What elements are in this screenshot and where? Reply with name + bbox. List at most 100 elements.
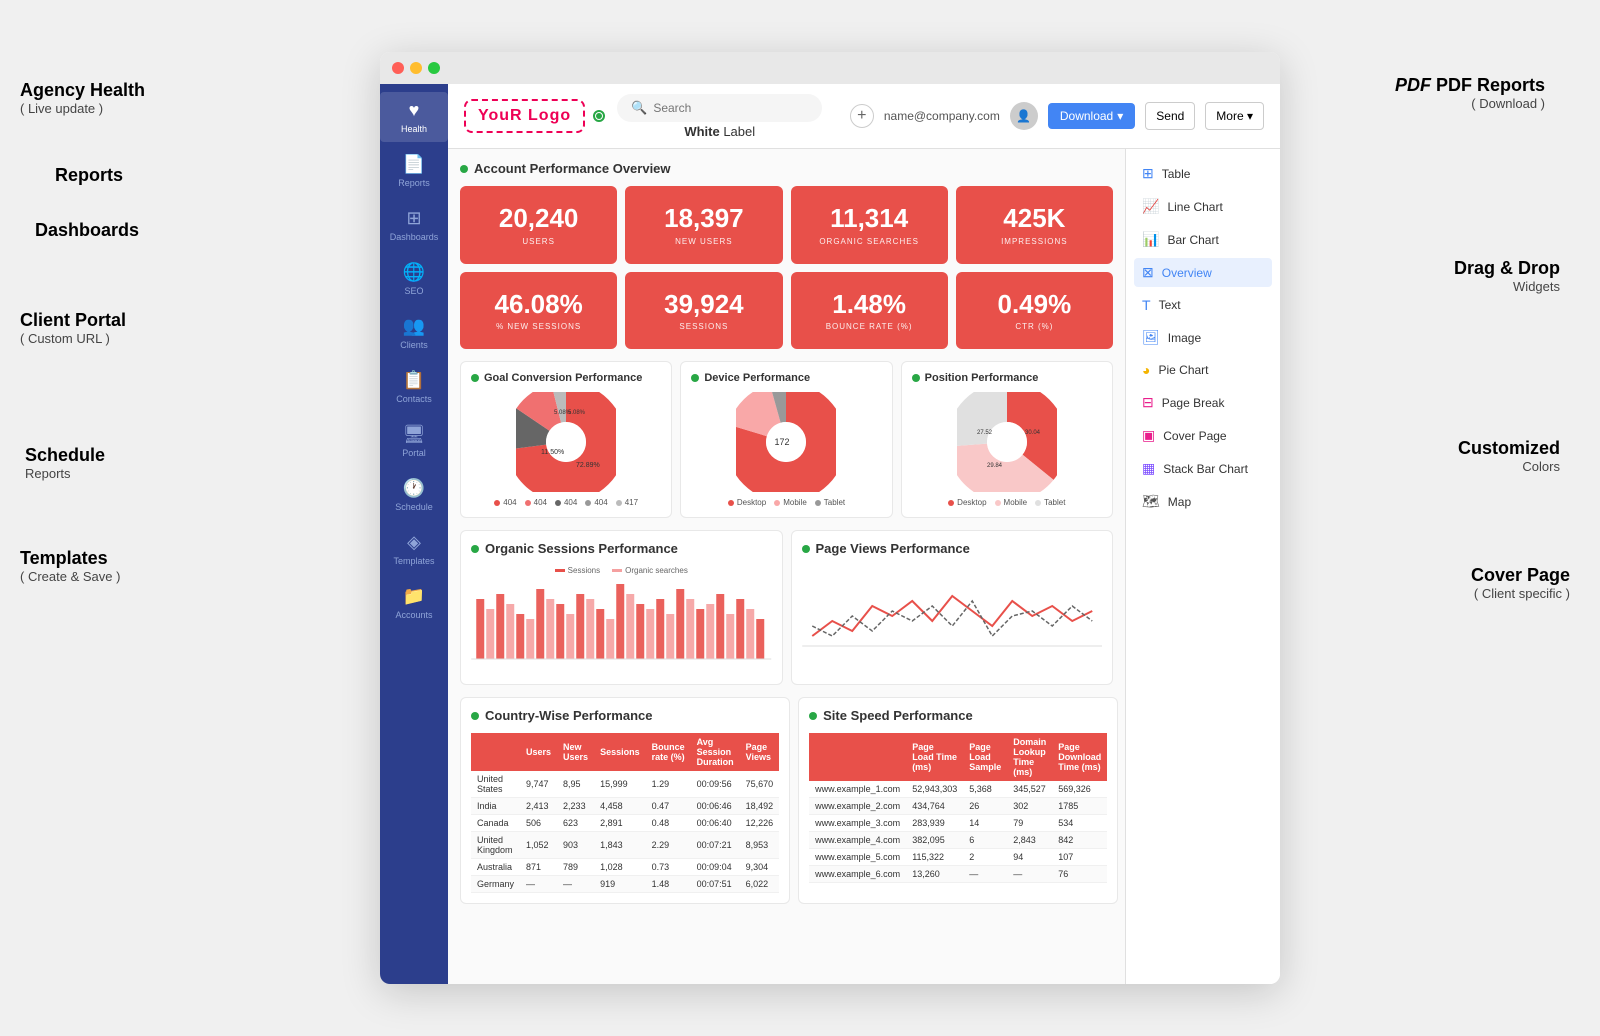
legend-mobile: Mobile <box>774 498 807 507</box>
sidebar-item-portal[interactable]: 🖥 Portal <box>380 416 448 466</box>
goal-pie-chart: 72.89% 11.50% 5.08% 5.08% <box>516 392 616 492</box>
white-label-area: 🔍 White Label <box>617 94 822 139</box>
annotation-reports: Reports <box>55 165 123 186</box>
widget-line-chart[interactable]: 📈 Line Chart <box>1134 192 1272 221</box>
widget-text[interactable]: T Text <box>1134 291 1272 319</box>
sidebar-item-health[interactable]: ♥ Health <box>380 92 448 142</box>
widget-map[interactable]: 🗺 Map <box>1134 487 1272 516</box>
report-content: Account Performance Overview 20,240 USER… <box>448 149 1125 984</box>
minimize-button-icon[interactable] <box>410 62 422 74</box>
search-input[interactable] <box>653 101 808 115</box>
speed-row: www.example_2.com434,764263021785 <box>809 798 1107 815</box>
accounts-icon: 📁 <box>403 586 425 607</box>
page-views-card: Page Views Performance <box>791 530 1114 685</box>
sidebar-item-reports[interactable]: 📄 Reports <box>380 146 448 196</box>
app-layout: ♥ Health 📄 Reports ⊞ Dashboards 🌐 SEO 👥 <box>380 84 1280 984</box>
legend-desktop: Desktop <box>728 498 766 507</box>
widget-table[interactable]: ⊞ Table <box>1134 159 1272 188</box>
legend-item: 417 <box>616 498 638 507</box>
line-chart-widget-icon: 📈 <box>1142 198 1159 215</box>
download-button[interactable]: Download ▾ <box>1048 103 1135 129</box>
widget-bar-chart[interactable]: 📊 Bar Chart <box>1134 225 1272 254</box>
sidebar-label-schedule: Schedule <box>395 502 433 512</box>
text-widget-icon: T <box>1142 297 1151 313</box>
green-dot-organic <box>471 545 479 553</box>
browser-window: ♥ Health 📄 Reports ⊞ Dashboards 🌐 SEO 👥 <box>380 52 1280 984</box>
stat-label-bounce: BOUNCE RATE (%) <box>803 322 936 331</box>
reports-icon: 📄 <box>403 154 425 175</box>
health-icon: ♥ <box>409 100 420 121</box>
table-row: United States9,7478,9515,9991.2900:09:56… <box>471 771 779 798</box>
widget-label-image: Image <box>1168 331 1201 345</box>
stats-grid: 20,240 USERS 18,397 NEW USERS 11,314 ORG… <box>460 186 1113 349</box>
annotation-cover-page: Cover Page ( Client specific ) <box>1471 565 1570 601</box>
stat-label-impressions: IMPRESSIONS <box>968 237 1101 246</box>
widget-label-stackbar: Stack Bar Chart <box>1163 462 1248 476</box>
position-performance-chart: Position Performance 27.52 <box>901 361 1113 518</box>
organic-legend: Sessions Organic searches <box>471 566 772 575</box>
widget-page-break[interactable]: ⊟ Page Break <box>1134 388 1272 417</box>
stat-value-impressions: 425K <box>968 204 1101 233</box>
svg-text:5.08%: 5.08% <box>568 410 586 416</box>
stat-card-new-users: 18,397 NEW USERS <box>625 186 782 264</box>
position-pie-chart: 27.52 29.84 30.04 <box>957 392 1057 492</box>
sidebar-item-schedule[interactable]: 🕐 Schedule <box>380 470 448 520</box>
stat-value-new-sessions: 46.08% <box>472 290 605 319</box>
widget-image[interactable]: 🖼 Image <box>1134 323 1272 352</box>
sidebar-item-accounts[interactable]: 📁 Accounts <box>380 578 448 628</box>
stack-bar-widget-icon: ▦ <box>1142 460 1155 477</box>
overview-widget-icon: ⊠ <box>1142 264 1154 281</box>
close-button-icon[interactable] <box>392 62 404 74</box>
sidebar-item-dashboards[interactable]: ⊞ Dashboards <box>380 200 448 250</box>
green-dot-icon <box>460 165 468 173</box>
svg-text:27.52: 27.52 <box>977 430 993 436</box>
widget-label-cover: Cover Page <box>1163 429 1226 443</box>
col-duration: Avg Session Duration <box>691 733 740 771</box>
maximize-button-icon[interactable] <box>428 62 440 74</box>
stat-label-new-users: NEW USERS <box>637 237 770 246</box>
sidebar-item-clients[interactable]: 👥 Clients <box>380 308 448 358</box>
sidebar-label-reports: Reports <box>398 178 430 188</box>
table-header-row: Users New Users Sessions Bounce rate (%)… <box>471 733 779 771</box>
green-dot-pageviews <box>802 545 810 553</box>
account-performance-title: Account Performance Overview <box>460 161 1113 176</box>
sidebar-item-seo[interactable]: 🌐 SEO <box>380 254 448 304</box>
position-pie-legend: Desktop Mobile Tablet <box>948 498 1065 507</box>
svg-text:172: 172 <box>775 437 790 447</box>
widget-overview[interactable]: ⊠ Overview <box>1134 258 1272 287</box>
widget-cover-page[interactable]: ▣ Cover Page <box>1134 421 1272 450</box>
position-pie-container: 27.52 29.84 30.04 Desktop Mobile Tablet <box>912 392 1102 507</box>
col-country <box>471 733 520 771</box>
col-download: Page Download Time (ms) <box>1052 733 1107 781</box>
organic-sessions-title: Organic Sessions Performance <box>471 541 772 556</box>
cover-page-widget-icon: ▣ <box>1142 427 1155 444</box>
user-email: name@company.com <box>884 109 1000 123</box>
col-url <box>809 733 906 781</box>
sidebar-item-contacts[interactable]: 📋 Contacts <box>380 362 448 412</box>
sidebar-label-dashboards: Dashboards <box>390 232 439 242</box>
more-button[interactable]: More ▾ <box>1205 102 1264 130</box>
legend-item: 404 <box>525 498 547 507</box>
stat-card-organic: 11,314 ORGANIC SEARCHES <box>791 186 948 264</box>
widget-pie-chart[interactable]: ◕ Pie Chart <box>1134 356 1272 384</box>
plus-button[interactable]: + <box>850 104 874 128</box>
map-widget-icon: 🗺 <box>1142 493 1160 510</box>
logo-text: YouR Logo <box>478 107 571 124</box>
table-row: United Kingdom1,0529031,8432.2900:07:218… <box>471 832 779 859</box>
stat-card-impressions: 425K IMPRESSIONS <box>956 186 1113 264</box>
clients-icon: 👥 <box>403 316 425 337</box>
widget-stack-bar[interactable]: ▦ Stack Bar Chart <box>1134 454 1272 483</box>
legend-desktop-pos: Desktop <box>948 498 986 507</box>
col-domain: Domain Lookup Time (ms) <box>1007 733 1052 781</box>
col-new-users: New Users <box>557 733 594 771</box>
search-area: 🔍 <box>617 94 822 122</box>
device-performance-title: Device Performance <box>691 372 881 384</box>
speed-row: www.example_4.com382,09562,843842 <box>809 832 1107 849</box>
send-button[interactable]: Send <box>1145 102 1195 130</box>
sidebar-label-clients: Clients <box>400 340 428 350</box>
goal-pie-legend: 404 404 404 404 417 <box>494 498 638 507</box>
sidebar-item-templates[interactable]: ◈ Templates <box>380 524 448 574</box>
page-views-title: Page Views Performance <box>802 541 1103 556</box>
stat-card-ctr: 0.49% CTR (%) <box>956 272 1113 350</box>
green-dot-goal <box>471 374 479 382</box>
